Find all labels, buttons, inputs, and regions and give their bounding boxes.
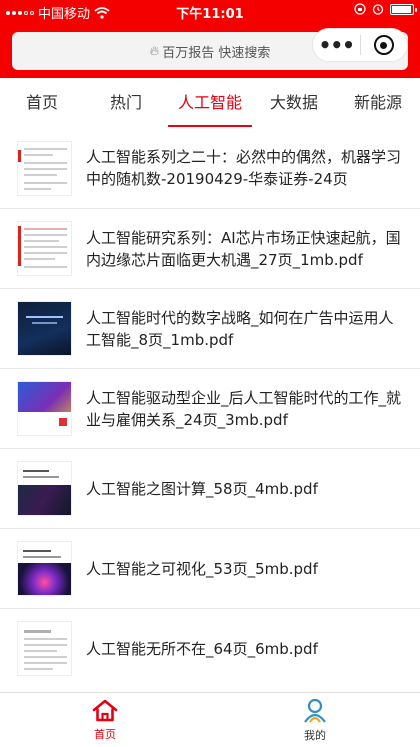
report-title: 人工智能系列之二十：必然中的偶然，机器学习中的随机数-20190429-华泰证券… [86, 148, 402, 188]
report-title: 人工智能驱动型企业_后人工智能时代的工作_就业与雇佣关系_24页_3mb.pdf [86, 388, 402, 429]
list-item[interactable]: 人工智能驱动型企业_后人工智能时代的工作_就业与雇佣关系_24页_3mb.pdf [0, 368, 420, 448]
report-title: 人工智能时代的数字战略_如何在广告中运用人工智能_8页_1mb.pdf [86, 308, 394, 349]
report-list: 人工智能系列之二十：必然中的偶然，机器学习中的随机数-20190429-华泰证券… [0, 128, 420, 688]
list-item[interactable]: 人工智能系列之二十：必然中的偶然，机器学习中的随机数-20190429-华泰证券… [0, 128, 420, 208]
close-miniprogram-button[interactable] [360, 35, 407, 55]
tab-ai[interactable]: 人工智能 [168, 78, 252, 128]
report-thumbnail [17, 381, 72, 436]
home-icon [92, 699, 118, 721]
nav-home[interactable]: 首页 [0, 693, 210, 747]
report-thumbnail [17, 221, 72, 276]
report-thumbnail [17, 541, 72, 596]
bottom-nav: 首页 我的 [0, 692, 420, 747]
status-right [354, 3, 417, 15]
category-tabs: 首页 热门 人工智能 大数据 新能源 [0, 78, 420, 128]
report-title: 人工智能研究系列：AI芯片市场正快速起航，国内边缘芯片面临更大机遇_27页_1m… [86, 228, 401, 269]
list-item[interactable]: 人工智能时代的数字战略_如何在广告中运用人工智能_8页_1mb.pdf [0, 288, 420, 368]
list-item[interactable]: 人工智能研究系列：AI芯片市场正快速起航，国内边缘芯片面临更大机遇_27页_1m… [0, 208, 420, 288]
list-item[interactable]: 人工智能之图计算_58页_4mb.pdf [0, 448, 420, 528]
report-thumbnail [17, 621, 72, 676]
report-title: 人工智能无所不在_64页_6mb.pdf [86, 639, 318, 658]
fire-icon: 🔥︎ [149, 43, 160, 59]
nav-home-label: 首页 [94, 727, 116, 741]
tab-new-energy[interactable]: 新能源 [336, 78, 420, 128]
search-placeholder: 百万报告 快速搜索 [162, 45, 271, 61]
list-item[interactable]: 人工智能无所不在_64页_6mb.pdf [0, 608, 420, 688]
list-item[interactable]: 人工智能之可视化_53页_5mb.pdf [0, 528, 420, 608]
more-menu-button[interactable]: ••• [313, 30, 360, 60]
report-thumbnail [17, 140, 72, 196]
tab-hot[interactable]: 热门 [84, 78, 168, 128]
user-icon [304, 698, 326, 723]
nav-profile[interactable]: 我的 [210, 693, 420, 747]
target-close-icon [373, 35, 394, 55]
app-header: 🔥︎ 百万报告 快速搜索 ••• [0, 22, 420, 78]
alarm-icon [372, 4, 384, 15]
nav-profile-label: 我的 [304, 728, 326, 742]
report-title: 人工智能之可视化_53页_5mb.pdf [86, 559, 318, 578]
battery-icon [390, 3, 417, 15]
tab-home[interactable]: 首页 [0, 78, 84, 128]
orientation-lock-icon [354, 3, 366, 15]
miniprogram-capsule: ••• [312, 28, 408, 62]
status-bar: 中国移动 下午11:01 [0, 0, 420, 22]
report-thumbnail [17, 301, 72, 356]
report-thumbnail [17, 461, 72, 516]
report-title: 人工智能之图计算_58页_4mb.pdf [86, 479, 318, 498]
tab-big-data[interactable]: 大数据 [252, 78, 336, 128]
